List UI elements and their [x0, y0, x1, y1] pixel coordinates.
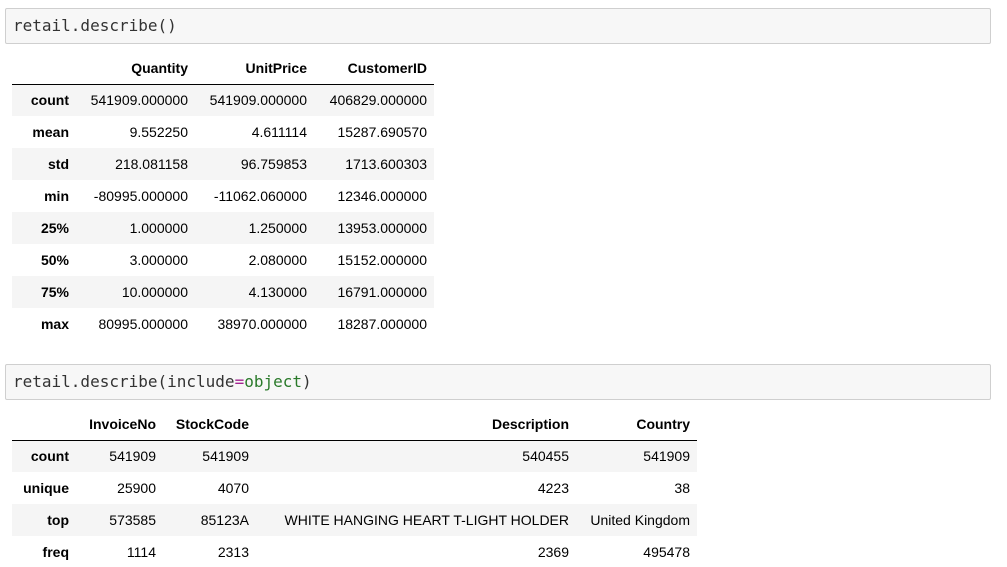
column-header-stockcode: StockCode — [163, 408, 256, 441]
table-cell: 38970.000000 — [217, 316, 307, 332]
table-cell: 38 — [674, 480, 690, 496]
table-cell: 2369 — [537, 544, 569, 560]
table-cell: 9.552250 — [129, 124, 188, 140]
column-header-country: Country — [576, 408, 697, 441]
table-cell: 80995.000000 — [98, 316, 188, 332]
table-row: top 573585 85123A WHITE HANGING HEART T-… — [12, 504, 697, 536]
table-cell: 12346.000000 — [337, 188, 427, 204]
table-cell: 25900 — [117, 480, 156, 496]
row-label: count — [30, 92, 69, 109]
row-label: mean — [32, 124, 69, 140]
code-argument: object — [244, 372, 302, 391]
table-cell: 15152.000000 — [337, 252, 427, 268]
table-cell: 85123A — [200, 512, 249, 528]
table-cell: -11062.060000 — [213, 188, 307, 204]
table-cell: 218.081158 — [115, 156, 188, 172]
table-cell: 2.080000 — [248, 252, 307, 268]
table-cell: 541909.000000 — [90, 92, 188, 109]
row-label: freq — [42, 544, 69, 560]
table-cell: 16791.000000 — [337, 284, 427, 300]
table-cell: 540455 — [522, 448, 569, 465]
table-row: std 218.081158 96.759853 1713.600303 — [12, 148, 434, 180]
index-header — [12, 408, 76, 441]
table-cell: 1.000000 — [129, 220, 188, 236]
table-row: freq 1114 2313 2369 495478 — [12, 536, 697, 567]
table-cell: 1114 — [126, 544, 156, 560]
table-cell: 495478 — [643, 544, 690, 560]
table-row: min -80995.000000 -11062.060000 12346.00… — [12, 180, 434, 212]
table-header-row: InvoiceNo StockCode Description Country — [12, 408, 697, 441]
table-cell: United Kingdom — [590, 512, 690, 528]
table-cell: 541909 — [202, 448, 249, 465]
row-label: max — [40, 316, 69, 332]
code-text: retail.describe(include — [13, 372, 235, 391]
table-cell: 96.759853 — [240, 156, 307, 172]
column-header-quantity: Quantity — [76, 52, 195, 85]
code-cell-1[interactable]: retail.describe() — [5, 8, 991, 44]
describe-numeric-table: Quantity UnitPrice CustomerID count 5419… — [12, 52, 434, 340]
code-text-suffix: ) — [302, 372, 312, 391]
row-label: 50% — [40, 252, 69, 268]
table-cell: 4070 — [217, 480, 249, 496]
column-header-description: Description — [256, 408, 576, 441]
table-cell: 541909 — [643, 448, 690, 465]
row-label: std — [48, 156, 69, 172]
column-header-customerid: CustomerID — [314, 52, 434, 85]
row-label: min — [44, 188, 69, 204]
row-label: 25% — [40, 220, 69, 236]
table-row: count 541909.000000 541909.000000 406829… — [12, 84, 434, 116]
table-cell: 10.000000 — [121, 284, 188, 300]
column-header-invoiceno: InvoiceNo — [76, 408, 163, 441]
table-cell: 3.000000 — [129, 252, 188, 268]
table-cell: 541909 — [109, 448, 156, 465]
row-label: unique — [23, 480, 69, 496]
table-cell: 1713.600303 — [345, 156, 427, 172]
row-label: top — [47, 512, 69, 528]
table-cell: 541909.000000 — [209, 92, 307, 109]
describe-object-table: InvoiceNo StockCode Description Country … — [12, 408, 697, 567]
table-cell: 4223 — [537, 480, 569, 496]
table-row: 50% 3.000000 2.080000 15152.000000 — [12, 244, 434, 276]
table-header-row: Quantity UnitPrice CustomerID — [12, 52, 434, 85]
table-cell: 13953.000000 — [337, 220, 427, 236]
table-row: unique 25900 4070 4223 38 — [12, 472, 697, 504]
column-header-unitprice: UnitPrice — [195, 52, 314, 85]
table-cell: 573585 — [109, 512, 156, 528]
table-row: max 80995.000000 38970.000000 18287.0000… — [12, 308, 434, 340]
table-row: 75% 10.000000 4.130000 16791.000000 — [12, 276, 434, 308]
table-cell: WHITE HANGING HEART T-LIGHT HOLDER — [284, 512, 569, 528]
table-cell: 2313 — [217, 544, 249, 560]
code-operator: = — [234, 372, 245, 391]
table-row: mean 9.552250 4.611114 15287.690570 — [12, 116, 434, 148]
row-label: 75% — [40, 284, 69, 300]
table-cell: 18287.000000 — [337, 316, 427, 332]
code-cell-2[interactable]: retail.describe(include=object) — [5, 364, 991, 400]
index-header — [12, 52, 76, 85]
table-cell: 1.250000 — [248, 220, 307, 236]
table-row: count 541909 541909 540455 541909 — [12, 440, 697, 472]
code-text: retail.describe() — [13, 16, 177, 35]
row-label: count — [30, 448, 69, 465]
table-row: 25% 1.000000 1.250000 13953.000000 — [12, 212, 434, 244]
table-cell: 4.611114 — [251, 124, 307, 140]
table-cell: -80995.000000 — [93, 188, 188, 204]
table-cell: 406829.000000 — [329, 92, 427, 109]
table-cell: 4.130000 — [248, 284, 307, 300]
table-cell: 15287.690570 — [337, 124, 427, 140]
